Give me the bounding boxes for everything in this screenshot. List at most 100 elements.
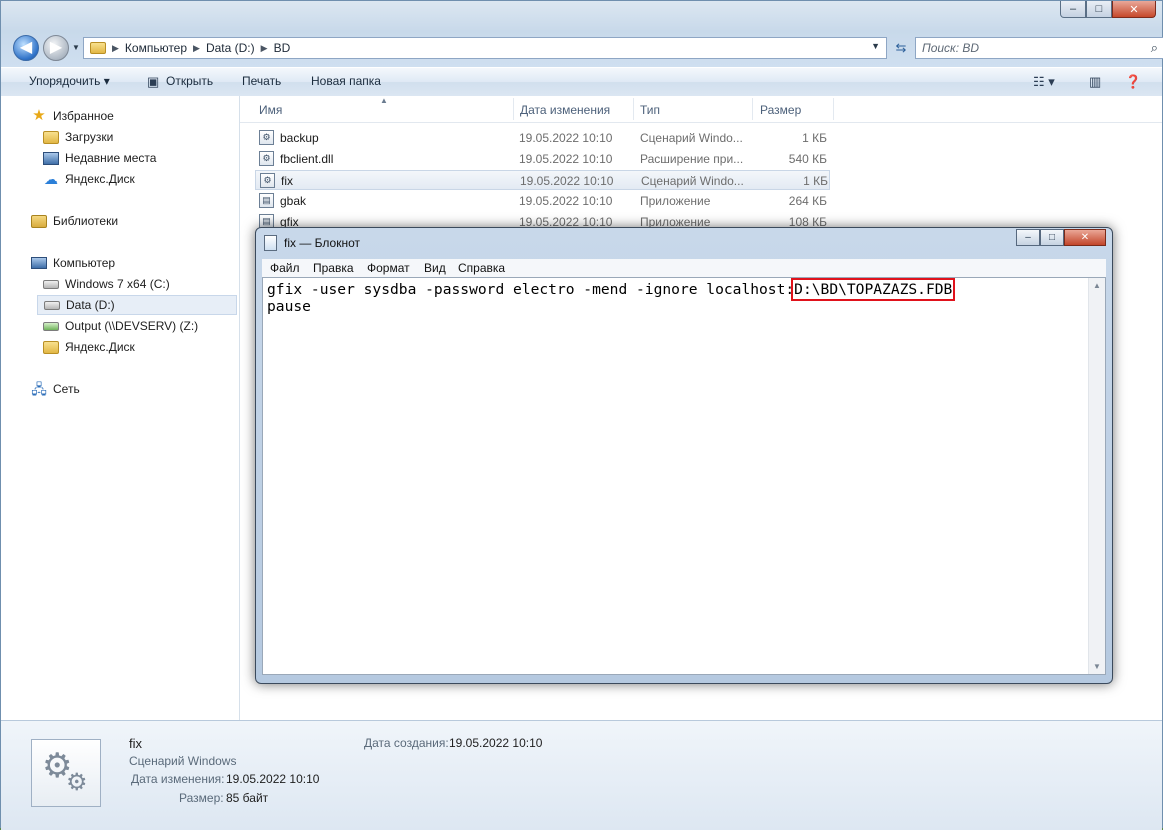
history-dropdown-icon[interactable]: ▼ <box>72 43 80 52</box>
new-folder-button[interactable]: Новая папка <box>311 74 381 88</box>
sidebar-item-network-drive-z[interactable]: Output (\\DEVSERV) (Z:) <box>43 316 198 336</box>
column-header-date[interactable]: Дата изменения <box>520 103 610 117</box>
menu-file[interactable]: Файл <box>270 261 300 275</box>
sidebar-item-yandex-disk-2[interactable]: Яндекс.Диск <box>43 337 135 357</box>
script-file-icon: ⚙ <box>260 173 275 188</box>
command-bar: Упорядочить ▾ ▣ Открыть Печать Новая пап… <box>1 67 1162 97</box>
refresh-icon[interactable]: ⇆ <box>889 37 913 59</box>
sidebar-item-favorites[interactable]: ★ Избранное <box>31 106 114 126</box>
sidebar-item-drive-c[interactable]: Windows 7 x64 (C:) <box>43 274 170 294</box>
file-size: 264 КБ <box>788 194 827 208</box>
maximize-button[interactable]: □ <box>1086 1 1112 18</box>
address-row: ◀ ▶ ▼ ▶ Компьютер ▶ Data (D:) ▶ BD ▼ ⇆ П… <box>9 33 1163 61</box>
libraries-icon <box>31 214 47 228</box>
vertical-scrollbar[interactable]: ▲ ▼ <box>1088 278 1105 674</box>
application-icon: ▤ <box>259 193 274 208</box>
chevron-right-icon[interactable]: ▶ <box>112 43 125 54</box>
sidebar-item-label: Избранное <box>53 109 114 123</box>
scroll-up-icon[interactable]: ▲ <box>1093 281 1101 290</box>
column-divider[interactable] <box>752 98 753 120</box>
sidebar-item-label: Загрузки <box>65 130 114 144</box>
open-icon: ▣ <box>147 74 160 89</box>
column-header-type[interactable]: Тип <box>640 103 660 117</box>
close-button[interactable]: ✕ <box>1112 1 1156 18</box>
notepad-close-button[interactable]: ✕ <box>1064 229 1106 246</box>
sort-ascending-icon: ▲ <box>380 96 388 105</box>
computer-icon <box>31 257 47 269</box>
details-pane: ⚙ ⚙ fix Сценарий Windows Дата изменения:… <box>1 720 1162 830</box>
address-bar[interactable]: ▶ Компьютер ▶ Data (D:) ▶ BD ▼ <box>83 37 887 59</box>
window-controls: – □ ✕ <box>1060 1 1156 19</box>
sidebar-item-downloads[interactable]: Загрузки <box>43 127 113 147</box>
highlighted-db-path: D:\BD\TOPAZAZS.FDB <box>791 278 956 301</box>
back-button[interactable]: ◀ <box>13 35 39 61</box>
breadcrumb-data-d[interactable]: Data (D:) <box>206 41 261 55</box>
column-header-name[interactable]: Имя <box>259 103 282 117</box>
notepad-maximize-button[interactable]: □ <box>1040 229 1064 246</box>
notepad-window: fix — Блокнот – □ ✕ Файл Правка Формат В… <box>255 227 1113 684</box>
help-icon[interactable]: ❓ <box>1125 74 1141 90</box>
file-size: 1 КБ <box>802 131 827 145</box>
sidebar-item-network[interactable]: 🖧 Сеть <box>31 379 80 399</box>
command-line-text: gfix -user sysdba -password electro -men… <box>267 281 795 298</box>
sidebar-item-yandex-disk[interactable]: ☁ Яндекс.Диск <box>43 169 135 189</box>
file-row-fbclient[interactable]: ⚙ fbclient.dll 19.05.2022 10:10 Расширен… <box>255 149 830 169</box>
sidebar-item-drive-d[interactable]: Data (D:) <box>37 295 237 315</box>
star-icon: ★ <box>32 107 46 124</box>
forward-button[interactable]: ▶ <box>43 35 69 61</box>
sidebar-item-label: Windows 7 x64 (C:) <box>65 277 170 291</box>
address-dropdown-icon[interactable]: ▼ <box>871 41 880 51</box>
column-header-size[interactable]: Размер <box>760 103 801 117</box>
file-row-fix[interactable]: ⚙ fix 19.05.2022 10:10 Сценарий Windo...… <box>255 170 830 190</box>
navigation-pane: ★ Избранное Загрузки Недавние места ☁ Ян… <box>1 96 240 720</box>
search-icon[interactable]: ⌕ <box>1151 40 1158 56</box>
script-file-large-icon: ⚙ ⚙ <box>31 739 101 807</box>
minimize-button[interactable]: – <box>1060 1 1086 18</box>
file-date: 19.05.2022 10:10 <box>519 152 613 166</box>
sidebar-item-libraries[interactable]: Библиотеки <box>31 211 118 231</box>
search-input[interactable]: Поиск: BD ⌕ <box>915 37 1163 59</box>
column-divider[interactable] <box>633 98 634 120</box>
sidebar-item-label: Яндекс.Диск <box>65 172 135 186</box>
scroll-down-icon[interactable]: ▼ <box>1093 662 1101 671</box>
view-options-icon[interactable]: ☷ ▾ <box>1033 74 1055 90</box>
preview-pane-icon[interactable]: ▥ <box>1089 74 1101 90</box>
script-file-icon: ⚙ <box>259 130 274 145</box>
file-row-backup[interactable]: ⚙ backup 19.05.2022 10:10 Сценарий Windo… <box>255 128 830 148</box>
file-date: 19.05.2022 10:10 <box>519 194 613 208</box>
notepad-content: gfix -user sysdba -password electro -men… <box>267 278 956 315</box>
chevron-right-icon[interactable]: ▶ <box>261 43 274 54</box>
drive-icon <box>43 279 59 289</box>
menu-format[interactable]: Формат <box>367 261 410 275</box>
column-divider[interactable] <box>833 98 834 120</box>
sidebar-item-label: Яндекс.Диск <box>65 340 135 354</box>
gear-icon: ⚙ <box>66 769 88 796</box>
drive-icon <box>44 300 60 310</box>
sidebar-item-label: Output (\\DEVSERV) (Z:) <box>65 319 199 333</box>
chevron-right-icon[interactable]: ▶ <box>193 43 206 54</box>
yandex-disk-folder-icon <box>43 340 59 354</box>
print-button[interactable]: Печать <box>242 74 281 88</box>
organize-label: Упорядочить <box>29 74 101 88</box>
breadcrumb-computer[interactable]: Компьютер <box>125 41 193 55</box>
recent-places-icon <box>43 151 59 165</box>
breadcrumb-bd[interactable]: BD <box>274 41 297 55</box>
sidebar-item-label: Компьютер <box>53 256 116 270</box>
organize-button[interactable]: Упорядочить ▾ <box>29 74 110 88</box>
dll-file-icon: ⚙ <box>259 151 274 166</box>
column-divider[interactable] <box>513 98 514 120</box>
file-row-gbak[interactable]: ▤ gbak 19.05.2022 10:10 Приложение 264 К… <box>255 191 830 211</box>
sidebar-item-recent-places[interactable]: Недавние места <box>43 148 156 168</box>
network-icon: 🖧 <box>31 381 47 397</box>
sidebar-item-label: Библиотеки <box>53 214 119 228</box>
details-created-value: 19.05.2022 10:10 <box>449 736 543 750</box>
menu-help[interactable]: Справка <box>458 261 505 275</box>
open-button[interactable]: Открыть <box>166 74 213 88</box>
notepad-minimize-button[interactable]: – <box>1016 229 1040 246</box>
notepad-text-area[interactable]: gfix -user sysdba -password electro -men… <box>262 277 1106 675</box>
menu-edit[interactable]: Правка <box>313 261 354 275</box>
menu-view[interactable]: Вид <box>424 261 446 275</box>
sidebar-item-computer[interactable]: Компьютер <box>31 253 115 273</box>
notepad-icon <box>264 235 277 251</box>
details-created-label: Дата создания: <box>364 736 449 750</box>
